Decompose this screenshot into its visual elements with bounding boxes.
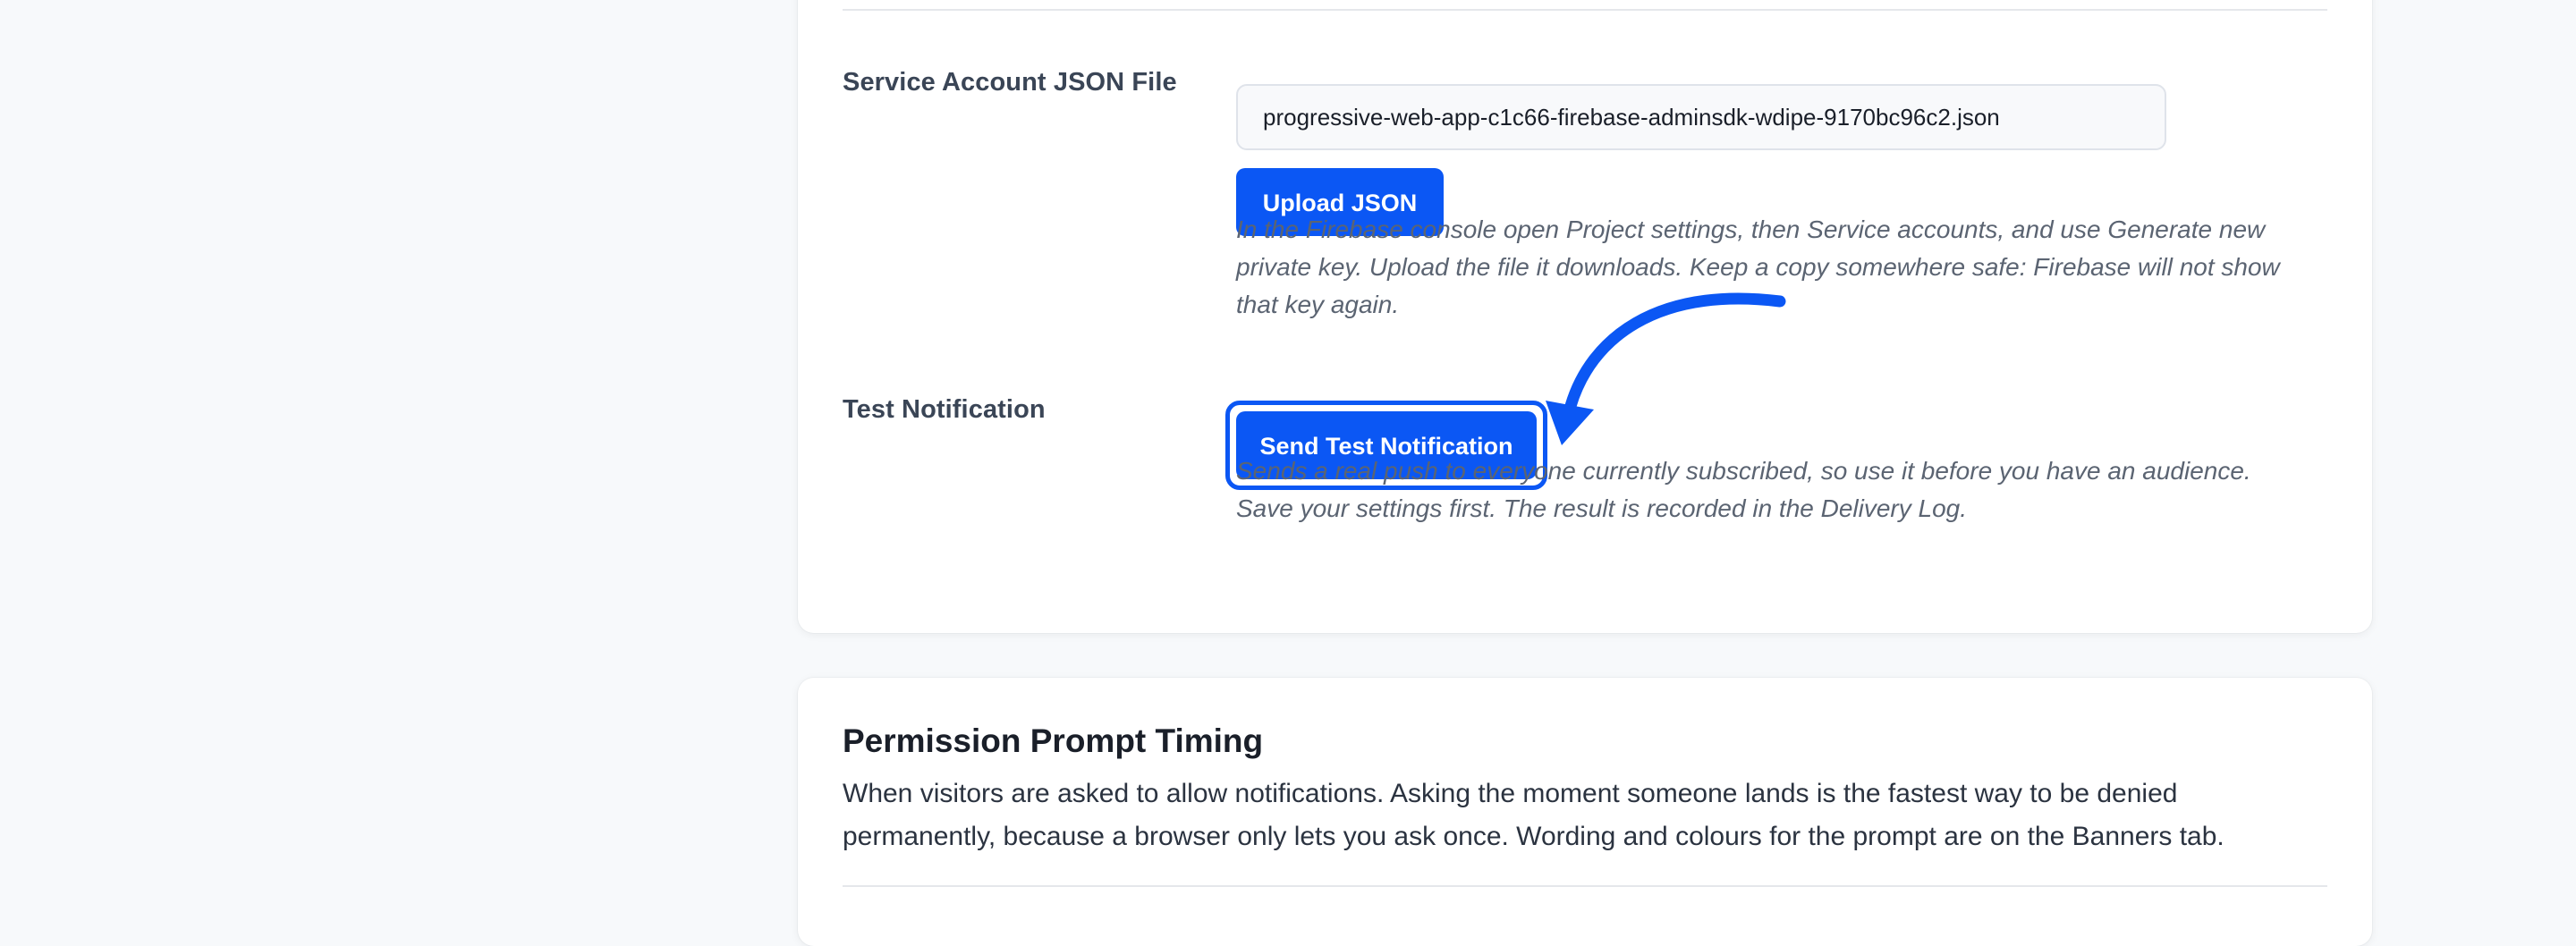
firebase-settings-card: Service Account JSON File progressive-we… [798, 0, 2372, 633]
test-notification-label: Test Notification [843, 395, 1046, 424]
section-divider [843, 885, 2327, 887]
permission-prompt-description: When visitors are asked to allow notific… [843, 779, 2224, 851]
permission-prompt-card: Permission Prompt Timing When visitors a… [798, 678, 2372, 946]
test-notification-help-text: Sends a real push to everyone currently … [1236, 457, 2251, 522]
section-divider [843, 9, 2327, 11]
service-account-file-field[interactable]: progressive-web-app-c1c66-firebase-admin… [1236, 84, 2166, 150]
service-account-label: Service Account JSON File [843, 68, 1177, 97]
service-account-help-text: In the Firebase console open Project set… [1236, 215, 2280, 318]
permission-prompt-title: Permission Prompt Timing [843, 722, 1264, 759]
